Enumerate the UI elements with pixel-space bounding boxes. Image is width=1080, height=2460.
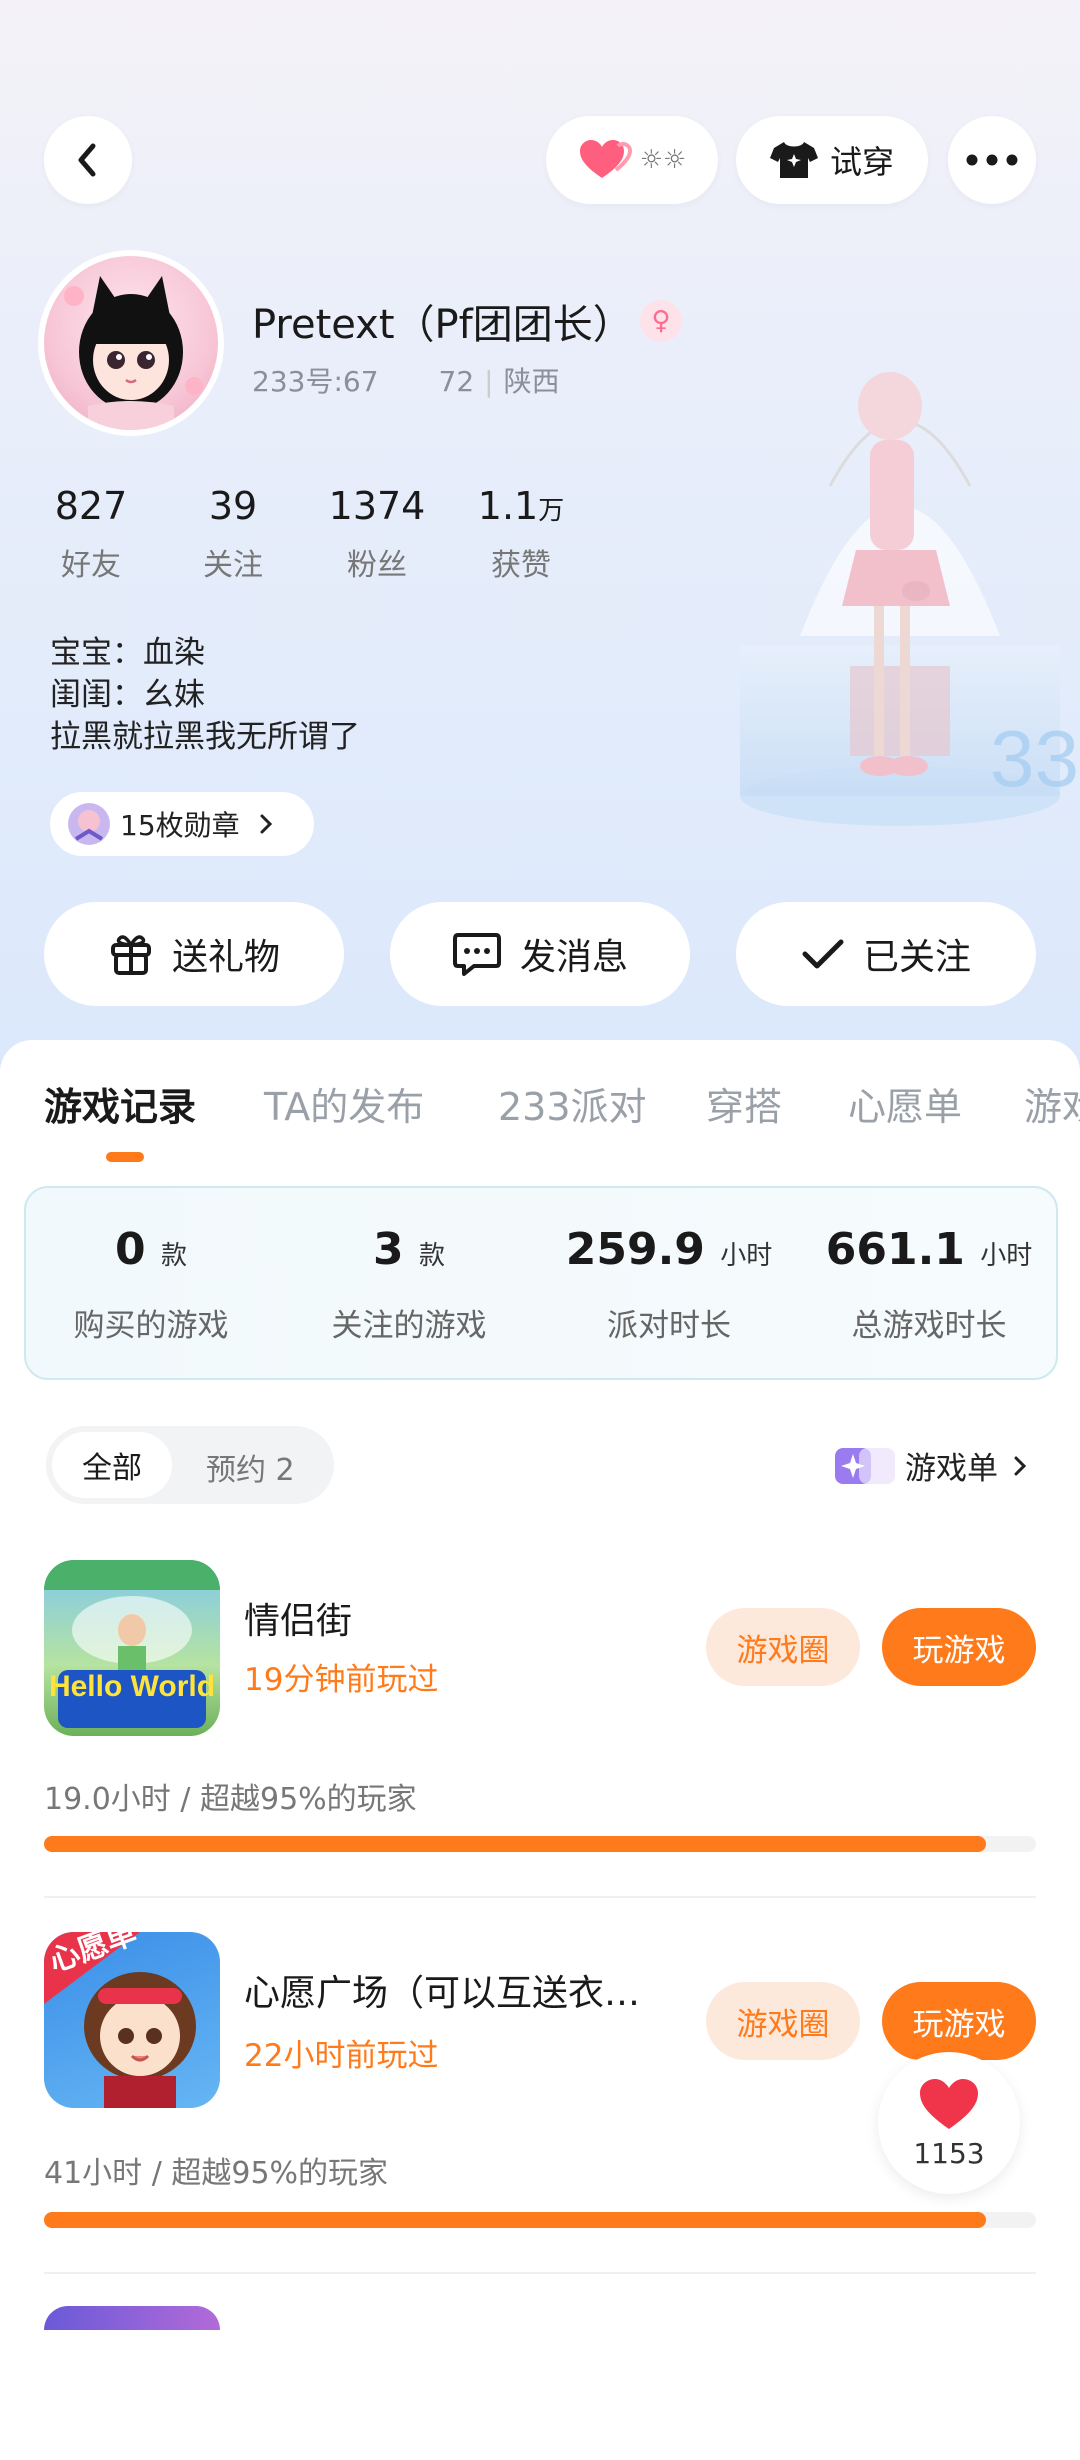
summary-total-value: 661.1 小时 (825, 1224, 1033, 1275)
profile-id-location: 233号:67 72 | 陕西 (252, 365, 560, 398)
game-last-played: 22小时前玩过 (244, 2038, 439, 2074)
heart-icon (920, 2078, 978, 2129)
medals-button[interactable]: 15枚勋章 (50, 792, 314, 856)
tab-wishlist[interactable]: 心愿单 (848, 1076, 962, 1131)
avatar-illustration (64, 276, 203, 430)
tab-outfits[interactable]: 穿搭 (706, 1076, 782, 1131)
send-gift-button[interactable]: 送礼物 (44, 902, 344, 1006)
double-heart-icon (579, 140, 632, 178)
game-name[interactable]: 情侣街 (244, 1592, 352, 1644)
game-percentile-bar (44, 1836, 1036, 1852)
bio-line: 宝宝：血染 (50, 635, 205, 671)
try-on-button[interactable]: 试穿 (736, 116, 928, 204)
like-indicator: ☼☼ (639, 145, 687, 175)
game-icon-label: Hello World (49, 1670, 215, 1703)
summary-purchased-label: 购买的游戏 (73, 1308, 229, 1344)
user-id: 233号:67 (252, 365, 379, 398)
summary-purchased-value: 0 款 (115, 1224, 187, 1275)
bio-line: 拉黑就拉黑我无所谓了 (50, 719, 360, 755)
summary-total-label: 总游戏时长 (851, 1308, 1007, 1344)
stat-following-value[interactable]: 39 (158, 484, 308, 528)
divider (44, 1896, 1036, 1898)
chat-bubble-icon (452, 933, 501, 976)
game-circle-button[interactable]: 游戏圈 (706, 1608, 860, 1686)
game-icon-wish-square[interactable]: 心愿单 (44, 1932, 220, 2108)
game-percentile-bar (44, 2212, 1036, 2228)
avatar[interactable] (38, 250, 224, 436)
following-button[interactable]: 已关注 (736, 902, 1036, 1006)
filter-all-button[interactable]: 全部 (52, 1432, 172, 1498)
user-id-tail: 72 (438, 365, 475, 398)
game-summary-card (24, 1186, 1058, 1380)
stat-likes-label: 获赞 (491, 548, 551, 583)
check-icon (802, 939, 844, 969)
try-on-label: 试穿 (829, 143, 894, 181)
profile-name: Pretext（Pf团团长） (252, 302, 633, 348)
like-count: 1153 (913, 2136, 985, 2170)
summary-followed-value: 3 款 (373, 1224, 445, 1275)
gift-icon (110, 935, 151, 975)
game-percentile-fill (44, 1836, 987, 1852)
game-icon-art: 心愿单 (44, 1932, 196, 2108)
game-list-label: 游戏单 (905, 1451, 998, 1487)
tab-party[interactable]: 233派对 (498, 1076, 647, 1131)
more-dots-icon (966, 154, 1018, 166)
filter-reserved-button[interactable]: 预约 2 (206, 1445, 295, 1489)
profile-bio: 宝宝：血染 闺闺：幺妹 拉黑就拉黑我无所谓了 (50, 632, 360, 758)
game-icon-art: Hello World (44, 1560, 220, 1728)
divider (44, 2272, 1036, 2274)
tab-game-records[interactable]: 游戏记录 (44, 1076, 196, 1131)
pedestal-number: 33 (990, 714, 1079, 803)
location: 陕西 (503, 365, 560, 398)
stat-likes-value[interactable]: 1.1万 (446, 484, 596, 528)
game-name[interactable]: 心愿广场（可以互送衣… (244, 1964, 640, 2016)
back-button[interactable] (44, 116, 132, 204)
tshirt-icon (769, 142, 818, 178)
stat-following-label: 关注 (203, 548, 263, 583)
game-list-button[interactable]: 游戏单 (835, 1443, 1030, 1488)
bio-line: 闺闺：幺妹 (50, 677, 205, 713)
summary-party-label: 派对时长 (607, 1308, 731, 1344)
stat-fans-value[interactable]: 1374 (302, 484, 452, 528)
sparkle-icon (835, 1447, 895, 1484)
play-game-button[interactable]: 玩游戏 (882, 1608, 1036, 1686)
floating-like-button[interactable]: 1153 (878, 2052, 1020, 2194)
game-last-played: 19分钟前玩过 (244, 1662, 439, 1698)
avatar-character-figure: 33 (740, 372, 1079, 826)
send-gift-label: 送礼物 (171, 937, 280, 978)
stat-friends-label: 好友 (61, 548, 121, 583)
game-playtime-stat: 41小时 / 超越95%的玩家 (44, 2156, 389, 2191)
female-gender-icon: ♀ (640, 300, 682, 342)
send-message-label: 发消息 (519, 937, 628, 978)
chevron-right-icon (260, 814, 272, 834)
game-circle-button[interactable]: 游戏圈 (706, 1982, 860, 2060)
game-icon-partial[interactable] (44, 2306, 220, 2330)
summary-followed-label: 关注的游戏 (331, 1308, 487, 1344)
game-icon-couple-street[interactable]: Hello World (44, 1560, 220, 1736)
stat-fans-label: 粉丝 (347, 548, 407, 583)
game-percentile-fill (44, 2212, 987, 2228)
following-label: 已关注 (862, 937, 971, 978)
like-status-button[interactable]: ☼☼ (546, 116, 718, 204)
medal-icon (68, 803, 110, 845)
active-tab-indicator (106, 1152, 144, 1162)
more-options-button[interactable] (948, 116, 1036, 204)
medals-label: 15枚勋章 (120, 809, 240, 842)
game-playtime-stat: 19.0小时 / 超越95%的玩家 (44, 1782, 417, 1817)
tab-posts[interactable]: TA的发布 (264, 1076, 424, 1131)
chevron-left-icon (78, 143, 96, 177)
stat-friends-value[interactable]: 827 (16, 484, 166, 528)
tab-games-partial[interactable]: 游戏 (1024, 1076, 1080, 1131)
chevron-right-icon (1014, 1456, 1027, 1475)
summary-party-value: 259.9 小时 (565, 1224, 773, 1275)
send-message-button[interactable]: 发消息 (390, 902, 690, 1006)
play-game-button[interactable]: 玩游戏 (882, 1982, 1036, 2060)
